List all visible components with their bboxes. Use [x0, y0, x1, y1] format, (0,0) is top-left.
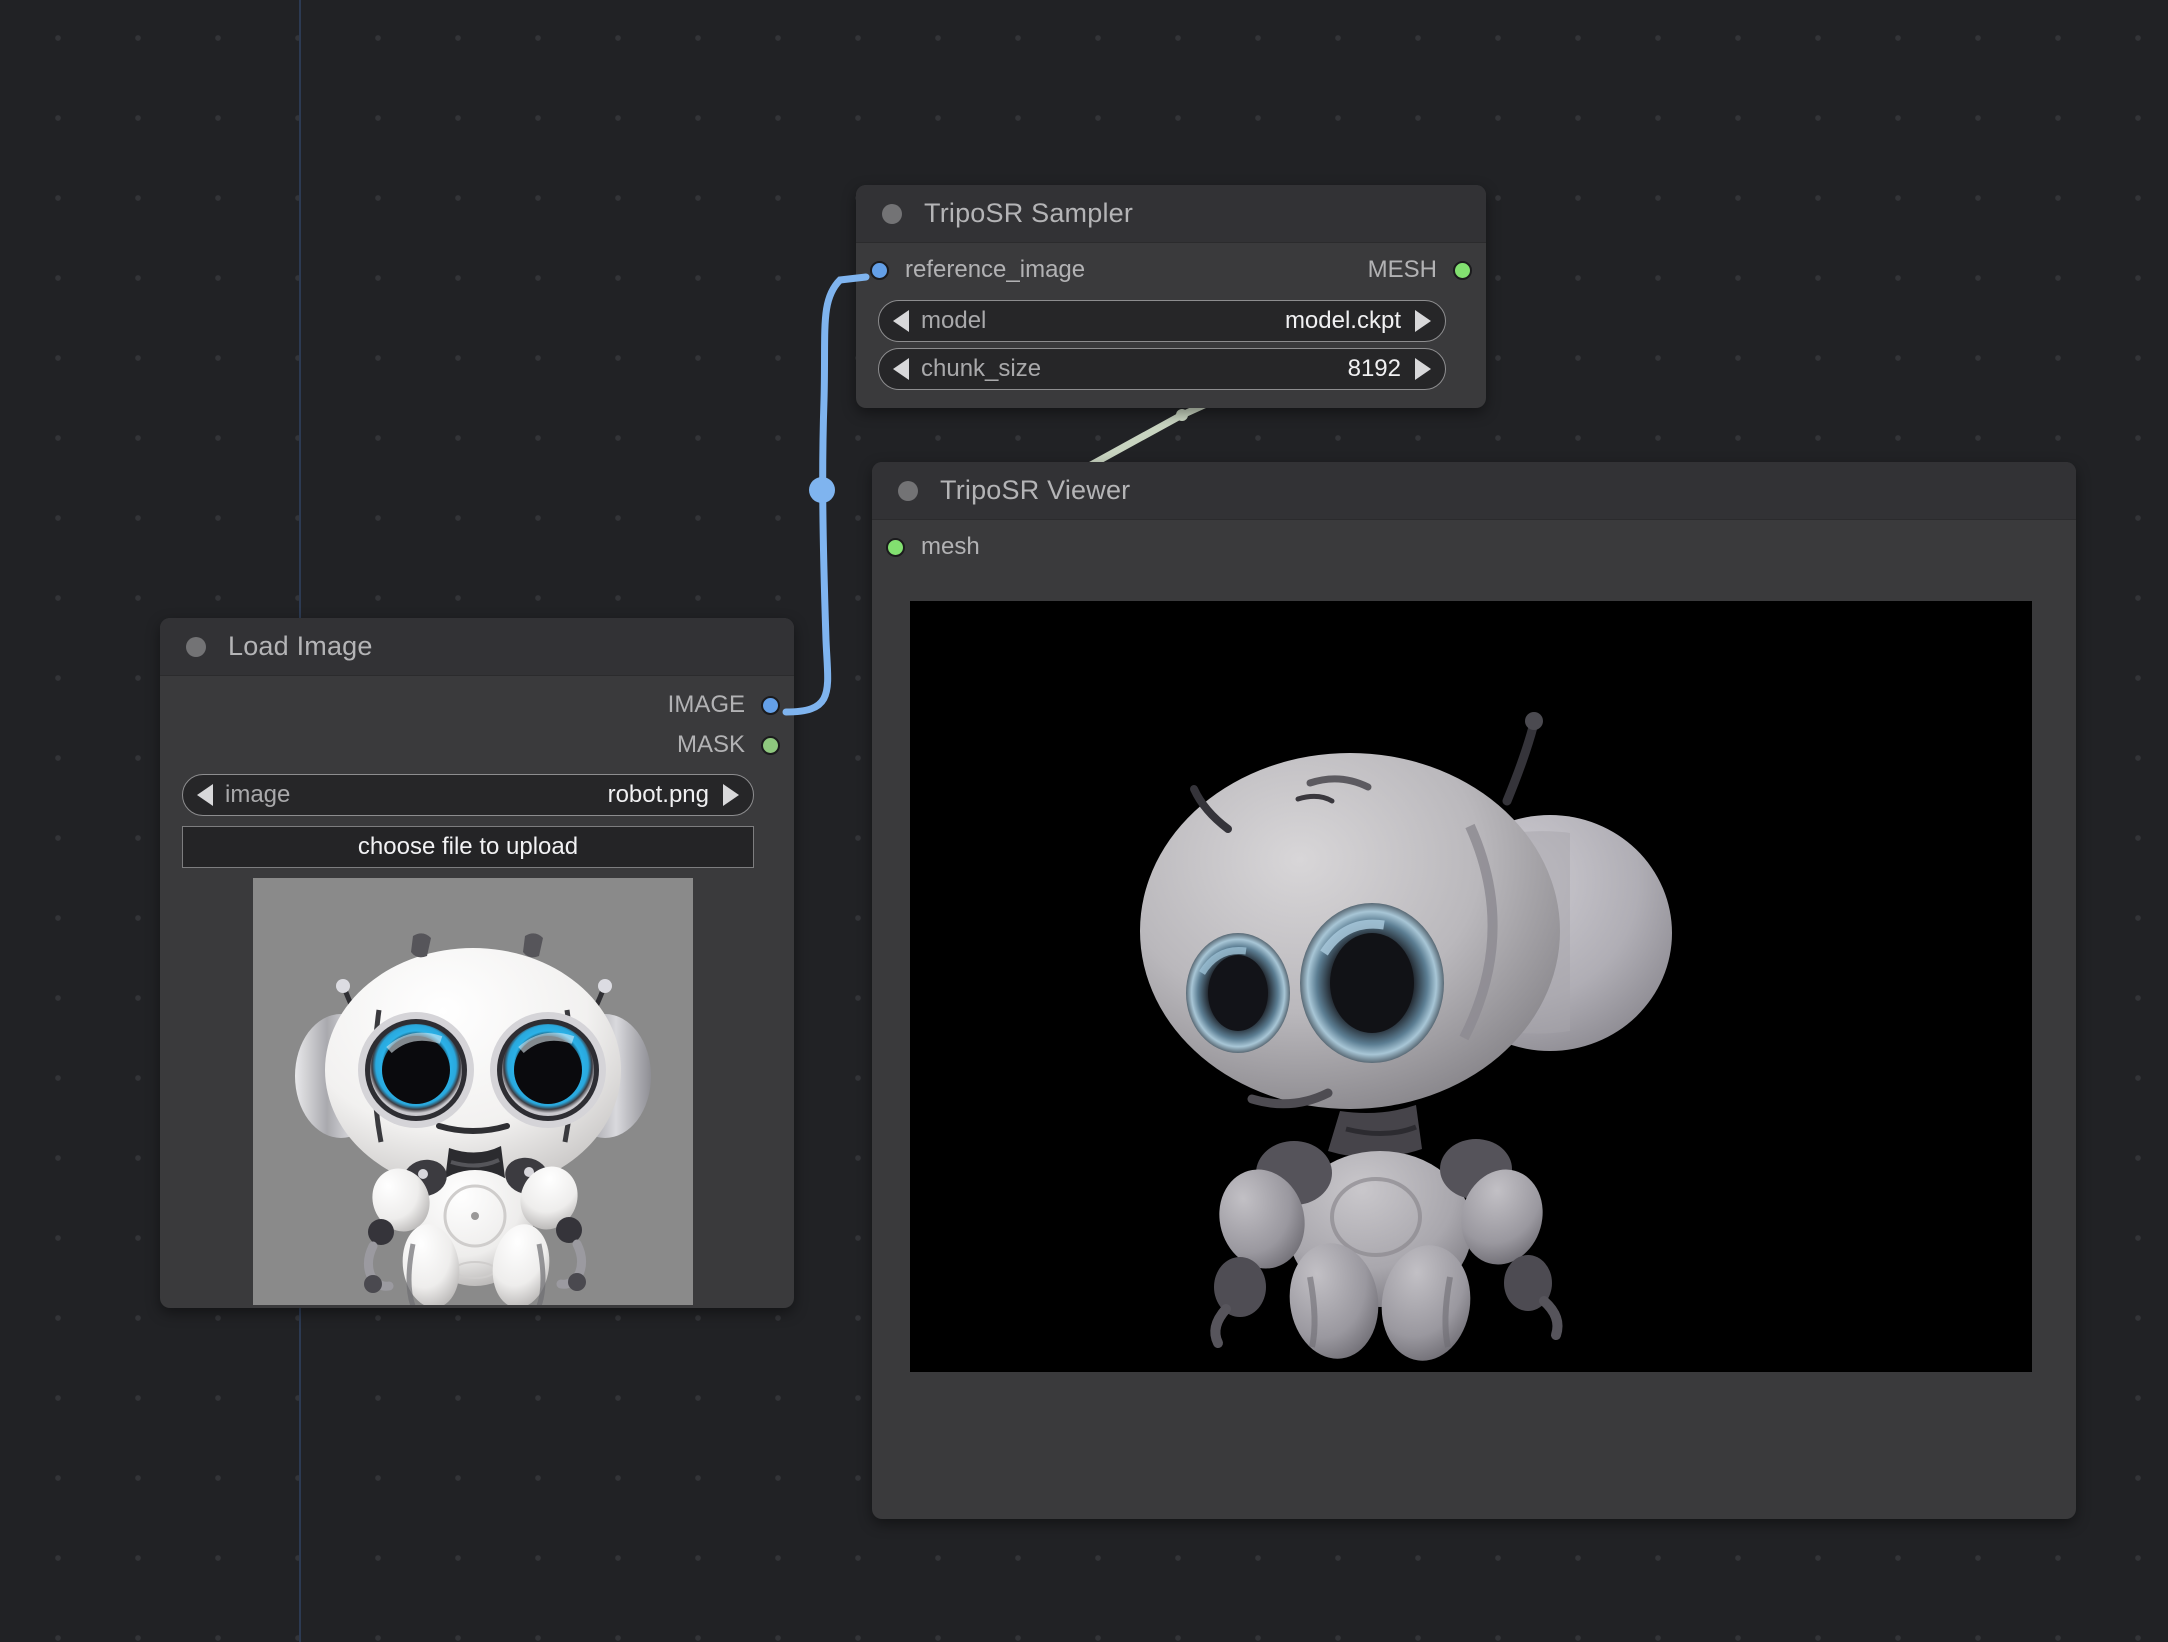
- chevron-left-icon[interactable]: [197, 784, 213, 806]
- link-image: [782, 273, 870, 716]
- chevron-right-icon[interactable]: [1415, 310, 1431, 332]
- link-mesh-dot: [1176, 409, 1188, 421]
- input-dot-icon[interactable]: [870, 260, 889, 280]
- widget-label: image: [225, 781, 291, 808]
- output-dot-icon[interactable]: [761, 735, 780, 755]
- output-slot-label: MASK: [676, 731, 745, 758]
- input-slot-mesh[interactable]: mesh: [886, 533, 980, 560]
- button-label: choose file to upload: [357, 833, 579, 860]
- node-triposr-sampler[interactable]: TripoSR Sampler reference_image MESH mod…: [856, 185, 1486, 408]
- input-dot-icon[interactable]: [886, 537, 905, 557]
- widget-image[interactable]: image robot.png: [182, 774, 754, 816]
- chevron-right-icon[interactable]: [1415, 358, 1431, 380]
- input-slot-label: reference_image: [905, 256, 1086, 283]
- output-dot-icon[interactable]: [761, 695, 780, 715]
- node-header-triposr-sampler[interactable]: TripoSR Sampler: [856, 185, 1486, 243]
- input-slot-label: mesh: [921, 533, 980, 560]
- image-preview[interactable]: [253, 878, 693, 1305]
- output-slot-mask[interactable]: MASK: [676, 731, 780, 758]
- node-title: TripoSR Sampler: [924, 198, 1134, 228]
- collapse-dot-icon[interactable]: [882, 203, 902, 224]
- output-slot-mesh[interactable]: MESH: [1367, 256, 1472, 283]
- widget-value: 8192: [1347, 355, 1401, 382]
- widget-label: model: [921, 307, 987, 334]
- widget-chunk-size[interactable]: chunk_size 8192: [878, 348, 1446, 390]
- input-slot-reference-image[interactable]: reference_image: [870, 256, 1086, 283]
- mesh-viewport[interactable]: [910, 601, 2032, 1372]
- widget-value: robot.png: [607, 781, 709, 808]
- choose-file-to-upload-button[interactable]: choose file to upload: [182, 826, 754, 868]
- chevron-right-icon[interactable]: [723, 784, 739, 806]
- output-dot-icon[interactable]: [1453, 260, 1472, 280]
- node-load-image[interactable]: Load Image IMAGE MASK image robot.png ch…: [160, 618, 794, 1308]
- output-slot-image[interactable]: IMAGE: [667, 691, 780, 718]
- node-graph-canvas[interactable]: TripoSR Sampler reference_image MESH mod…: [0, 0, 2168, 1642]
- node-title: TripoSR Viewer: [940, 475, 1131, 505]
- robot-thumbnail: [253, 878, 693, 1305]
- widget-value: model.ckpt: [1284, 307, 1401, 334]
- widget-label: chunk_size: [921, 355, 1042, 382]
- node-header-load-image[interactable]: Load Image: [160, 618, 794, 676]
- node-triposr-viewer[interactable]: TripoSR Viewer mesh: [872, 462, 2076, 1519]
- mesh-render: [1140, 712, 1672, 1361]
- output-slot-label: IMAGE: [667, 691, 745, 718]
- collapse-dot-icon[interactable]: [898, 480, 918, 501]
- link-image-midpoint-dot[interactable]: [809, 477, 835, 503]
- node-header-triposr-viewer[interactable]: TripoSR Viewer: [872, 462, 2076, 520]
- output-slot-label: MESH: [1367, 256, 1437, 283]
- chevron-left-icon[interactable]: [893, 358, 909, 380]
- widget-model[interactable]: model model.ckpt: [878, 300, 1446, 342]
- chevron-left-icon[interactable]: [893, 310, 909, 332]
- node-title: Load Image: [228, 631, 373, 661]
- collapse-dot-icon[interactable]: [186, 636, 206, 657]
